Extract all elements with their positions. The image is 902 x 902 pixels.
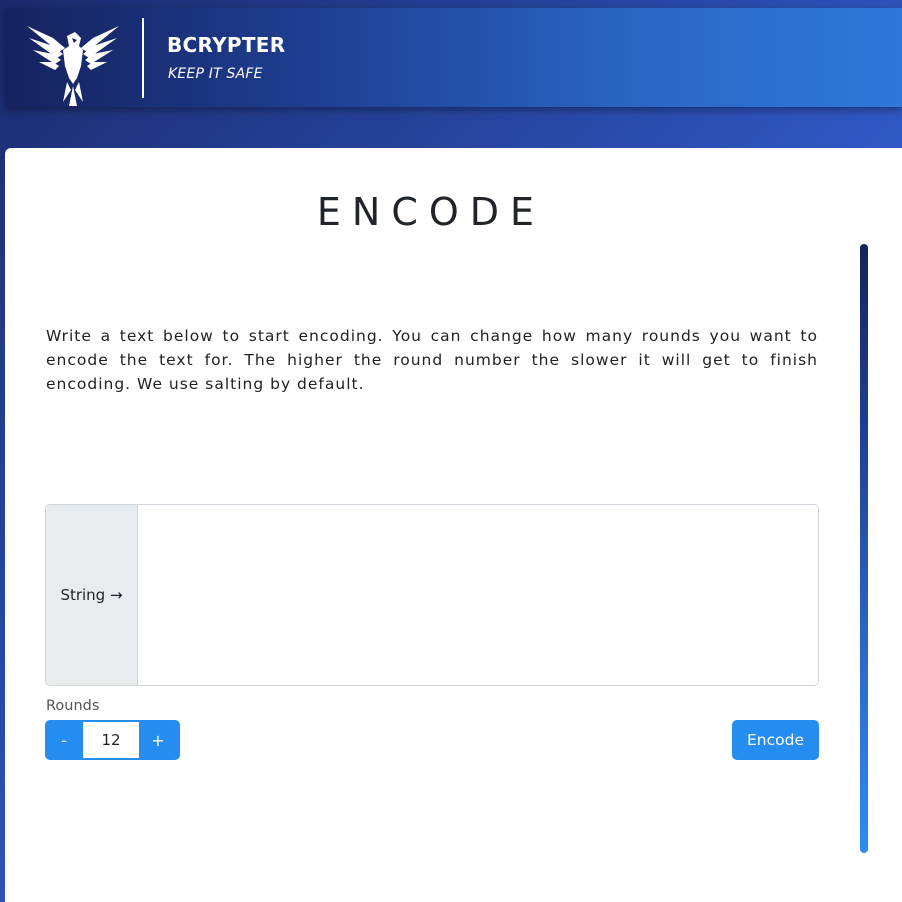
string-input-prefix: String → — [46, 505, 138, 685]
page-description: Write a text below to start encoding. Yo… — [46, 327, 818, 393]
increment-rounds-button[interactable]: + — [139, 720, 177, 760]
encode-button[interactable]: Encode — [732, 720, 819, 760]
brand-tagline: KEEP IT SAFE — [168, 66, 263, 82]
header-divider — [142, 18, 144, 98]
rounds-stepper: - 12 + — [45, 720, 180, 760]
brand-name: BCRYPTER — [167, 33, 286, 57]
string-input[interactable] — [138, 505, 818, 685]
eagle-logo-icon — [27, 26, 119, 106]
encode-card: ENCODE Write a text below to start encod… — [5, 148, 902, 902]
rounds-value-field[interactable]: 12 — [83, 722, 139, 758]
app-header: BCRYPTER KEEP IT SAFE — [5, 8, 902, 107]
string-input-group: String → — [45, 504, 819, 686]
scrollbar[interactable] — [860, 244, 868, 853]
page-title: ENCODE — [316, 190, 546, 234]
decrement-rounds-button[interactable]: - — [45, 720, 83, 760]
rounds-label: Rounds — [46, 698, 100, 714]
